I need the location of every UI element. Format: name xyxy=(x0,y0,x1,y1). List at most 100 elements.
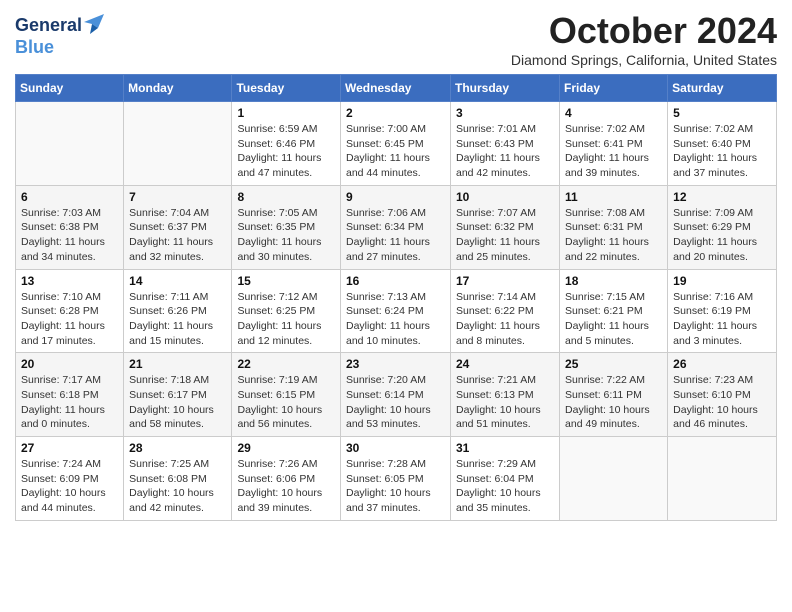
header: General Blue October 2024 Diamond Spring… xyxy=(15,10,777,68)
logo-text-line1: General xyxy=(15,16,82,36)
day-info: Sunrise: 7:20 AM Sunset: 6:14 PM Dayligh… xyxy=(346,373,445,432)
day-number: 27 xyxy=(21,441,118,455)
day-info: Sunrise: 7:24 AM Sunset: 6:09 PM Dayligh… xyxy=(21,457,118,516)
day-info: Sunrise: 7:18 AM Sunset: 6:17 PM Dayligh… xyxy=(129,373,226,432)
day-info: Sunrise: 7:16 AM Sunset: 6:19 PM Dayligh… xyxy=(673,290,771,349)
calendar-cell: 15 Sunrise: 7:12 AM Sunset: 6:25 PM Dayli… xyxy=(232,269,341,353)
day-number: 28 xyxy=(129,441,226,455)
day-info: Sunrise: 7:13 AM Sunset: 6:24 PM Dayligh… xyxy=(346,290,445,349)
calendar-cell: 31Sunrise: 7:29 AM Sunset: 6:04 PM Dayli… xyxy=(451,437,560,521)
day-info: Sunrise: 7:15 AM Sunset: 6:21 PM Dayligh… xyxy=(565,290,662,349)
day-number: 13 xyxy=(21,274,118,288)
day-header-saturday: Saturday xyxy=(668,75,777,102)
calendar-cell: 24Sunrise: 7:21 AM Sunset: 6:13 PM Dayli… xyxy=(451,353,560,437)
day-number: 22 xyxy=(237,357,335,371)
day-header-wednesday: Wednesday xyxy=(341,75,451,102)
day-info: Sunrise: 7:19 AM Sunset: 6:15 PM Dayligh… xyxy=(237,373,335,432)
calendar-cell xyxy=(560,437,668,521)
day-info: Sunrise: 7:01 AM Sunset: 6:43 PM Dayligh… xyxy=(456,122,554,181)
calendar-cell: 11 Sunrise: 7:08 AM Sunset: 6:31 PM Dayli… xyxy=(560,185,668,269)
title-block: October 2024 Diamond Springs, California… xyxy=(511,10,777,68)
day-number: 14 xyxy=(129,274,226,288)
calendar-week-row: 1 Sunrise: 6:59 AM Sunset: 6:46 PM Daylig… xyxy=(16,102,777,186)
day-header-sunday: Sunday xyxy=(16,75,124,102)
day-header-friday: Friday xyxy=(560,75,668,102)
day-number: 15 xyxy=(237,274,335,288)
calendar-cell: 18Sunrise: 7:15 AM Sunset: 6:21 PM Dayli… xyxy=(560,269,668,353)
calendar-cell: 1 Sunrise: 6:59 AM Sunset: 6:46 PM Daylig… xyxy=(232,102,341,186)
calendar-cell: 30 Sunrise: 7:28 AM Sunset: 6:05 PM Dayli… xyxy=(341,437,451,521)
calendar-cell: 26Sunrise: 7:23 AM Sunset: 6:10 PM Dayli… xyxy=(668,353,777,437)
month-title: October 2024 xyxy=(511,10,777,52)
day-info: Sunrise: 7:08 AM Sunset: 6:31 PM Dayligh… xyxy=(565,206,662,265)
calendar-cell: 7 Sunrise: 7:04 AM Sunset: 6:37 PM Daylig… xyxy=(124,185,232,269)
calendar-week-row: 13 Sunrise: 7:10 AM Sunset: 6:28 PM Dayli… xyxy=(16,269,777,353)
day-info: Sunrise: 7:17 AM Sunset: 6:18 PM Dayligh… xyxy=(21,373,118,432)
calendar-table: SundayMondayTuesdayWednesdayThursdayFrid… xyxy=(15,74,777,521)
calendar-cell: 16 Sunrise: 7:13 AM Sunset: 6:24 PM Dayli… xyxy=(341,269,451,353)
calendar-cell: 14 Sunrise: 7:11 AM Sunset: 6:26 PM Dayli… xyxy=(124,269,232,353)
day-number: 12 xyxy=(673,190,771,204)
calendar-cell: 22 Sunrise: 7:19 AM Sunset: 6:15 PM Dayli… xyxy=(232,353,341,437)
day-info: Sunrise: 7:09 AM Sunset: 6:29 PM Dayligh… xyxy=(673,206,771,265)
day-number: 4 xyxy=(565,106,662,120)
day-number: 7 xyxy=(129,190,226,204)
calendar-cell: 25 Sunrise: 7:22 AM Sunset: 6:11 PM Dayli… xyxy=(560,353,668,437)
day-number: 26 xyxy=(673,357,771,371)
day-number: 20 xyxy=(21,357,118,371)
day-info: Sunrise: 7:06 AM Sunset: 6:34 PM Dayligh… xyxy=(346,206,445,265)
day-number: 2 xyxy=(346,106,445,120)
day-number: 30 xyxy=(346,441,445,455)
calendar-cell: 13 Sunrise: 7:10 AM Sunset: 6:28 PM Dayli… xyxy=(16,269,124,353)
day-info: Sunrise: 7:05 AM Sunset: 6:35 PM Dayligh… xyxy=(237,206,335,265)
day-header-monday: Monday xyxy=(124,75,232,102)
day-info: Sunrise: 7:26 AM Sunset: 6:06 PM Dayligh… xyxy=(237,457,335,516)
calendar-cell: 28 Sunrise: 7:25 AM Sunset: 6:08 PM Dayli… xyxy=(124,437,232,521)
day-header-thursday: Thursday xyxy=(451,75,560,102)
calendar-cell: 27 Sunrise: 7:24 AM Sunset: 6:09 PM Dayli… xyxy=(16,437,124,521)
day-info: Sunrise: 7:25 AM Sunset: 6:08 PM Dayligh… xyxy=(129,457,226,516)
day-info: Sunrise: 7:22 AM Sunset: 6:11 PM Dayligh… xyxy=(565,373,662,432)
day-info: Sunrise: 7:11 AM Sunset: 6:26 PM Dayligh… xyxy=(129,290,226,349)
location: Diamond Springs, California, United Stat… xyxy=(511,52,777,68)
day-info: Sunrise: 7:10 AM Sunset: 6:28 PM Dayligh… xyxy=(21,290,118,349)
calendar-week-row: 20 Sunrise: 7:17 AM Sunset: 6:18 PM Dayli… xyxy=(16,353,777,437)
calendar-cell: 21 Sunrise: 7:18 AM Sunset: 6:17 PM Dayli… xyxy=(124,353,232,437)
day-number: 11 xyxy=(565,190,662,204)
calendar-header-row: SundayMondayTuesdayWednesdayThursdayFrid… xyxy=(16,75,777,102)
day-info: Sunrise: 7:02 AM Sunset: 6:40 PM Dayligh… xyxy=(673,122,771,181)
day-info: Sunrise: 7:04 AM Sunset: 6:37 PM Dayligh… xyxy=(129,206,226,265)
day-number: 19 xyxy=(673,274,771,288)
logo-bird-icon xyxy=(84,14,104,38)
calendar-cell: 2Sunrise: 7:00 AM Sunset: 6:45 PM Daylig… xyxy=(341,102,451,186)
day-number: 5 xyxy=(673,106,771,120)
day-number: 24 xyxy=(456,357,554,371)
calendar-cell: 6Sunrise: 7:03 AM Sunset: 6:38 PM Daylig… xyxy=(16,185,124,269)
day-number: 25 xyxy=(565,357,662,371)
day-info: Sunrise: 7:02 AM Sunset: 6:41 PM Dayligh… xyxy=(565,122,662,181)
calendar-cell: 29 Sunrise: 7:26 AM Sunset: 6:06 PM Dayli… xyxy=(232,437,341,521)
logo: General Blue xyxy=(15,14,104,58)
day-number: 29 xyxy=(237,441,335,455)
day-header-tuesday: Tuesday xyxy=(232,75,341,102)
logo-text-line2: Blue xyxy=(15,38,104,58)
day-info: Sunrise: 7:12 AM Sunset: 6:25 PM Dayligh… xyxy=(237,290,335,349)
calendar-cell: 4 Sunrise: 7:02 AM Sunset: 6:41 PM Daylig… xyxy=(560,102,668,186)
day-info: Sunrise: 6:59 AM Sunset: 6:46 PM Dayligh… xyxy=(237,122,335,181)
calendar-cell: 19 Sunrise: 7:16 AM Sunset: 6:19 PM Dayli… xyxy=(668,269,777,353)
calendar-week-row: 6Sunrise: 7:03 AM Sunset: 6:38 PM Daylig… xyxy=(16,185,777,269)
calendar-cell: 12 Sunrise: 7:09 AM Sunset: 6:29 PM Dayli… xyxy=(668,185,777,269)
day-info: Sunrise: 7:07 AM Sunset: 6:32 PM Dayligh… xyxy=(456,206,554,265)
calendar-cell: 8Sunrise: 7:05 AM Sunset: 6:35 PM Daylig… xyxy=(232,185,341,269)
calendar-cell: 10 Sunrise: 7:07 AM Sunset: 6:32 PM Dayli… xyxy=(451,185,560,269)
day-info: Sunrise: 7:28 AM Sunset: 6:05 PM Dayligh… xyxy=(346,457,445,516)
day-number: 1 xyxy=(237,106,335,120)
day-number: 21 xyxy=(129,357,226,371)
day-number: 10 xyxy=(456,190,554,204)
day-info: Sunrise: 7:14 AM Sunset: 6:22 PM Dayligh… xyxy=(456,290,554,349)
calendar-cell: 5 Sunrise: 7:02 AM Sunset: 6:40 PM Daylig… xyxy=(668,102,777,186)
calendar-cell: 9Sunrise: 7:06 AM Sunset: 6:34 PM Daylig… xyxy=(341,185,451,269)
day-number: 31 xyxy=(456,441,554,455)
calendar-cell xyxy=(124,102,232,186)
day-number: 16 xyxy=(346,274,445,288)
